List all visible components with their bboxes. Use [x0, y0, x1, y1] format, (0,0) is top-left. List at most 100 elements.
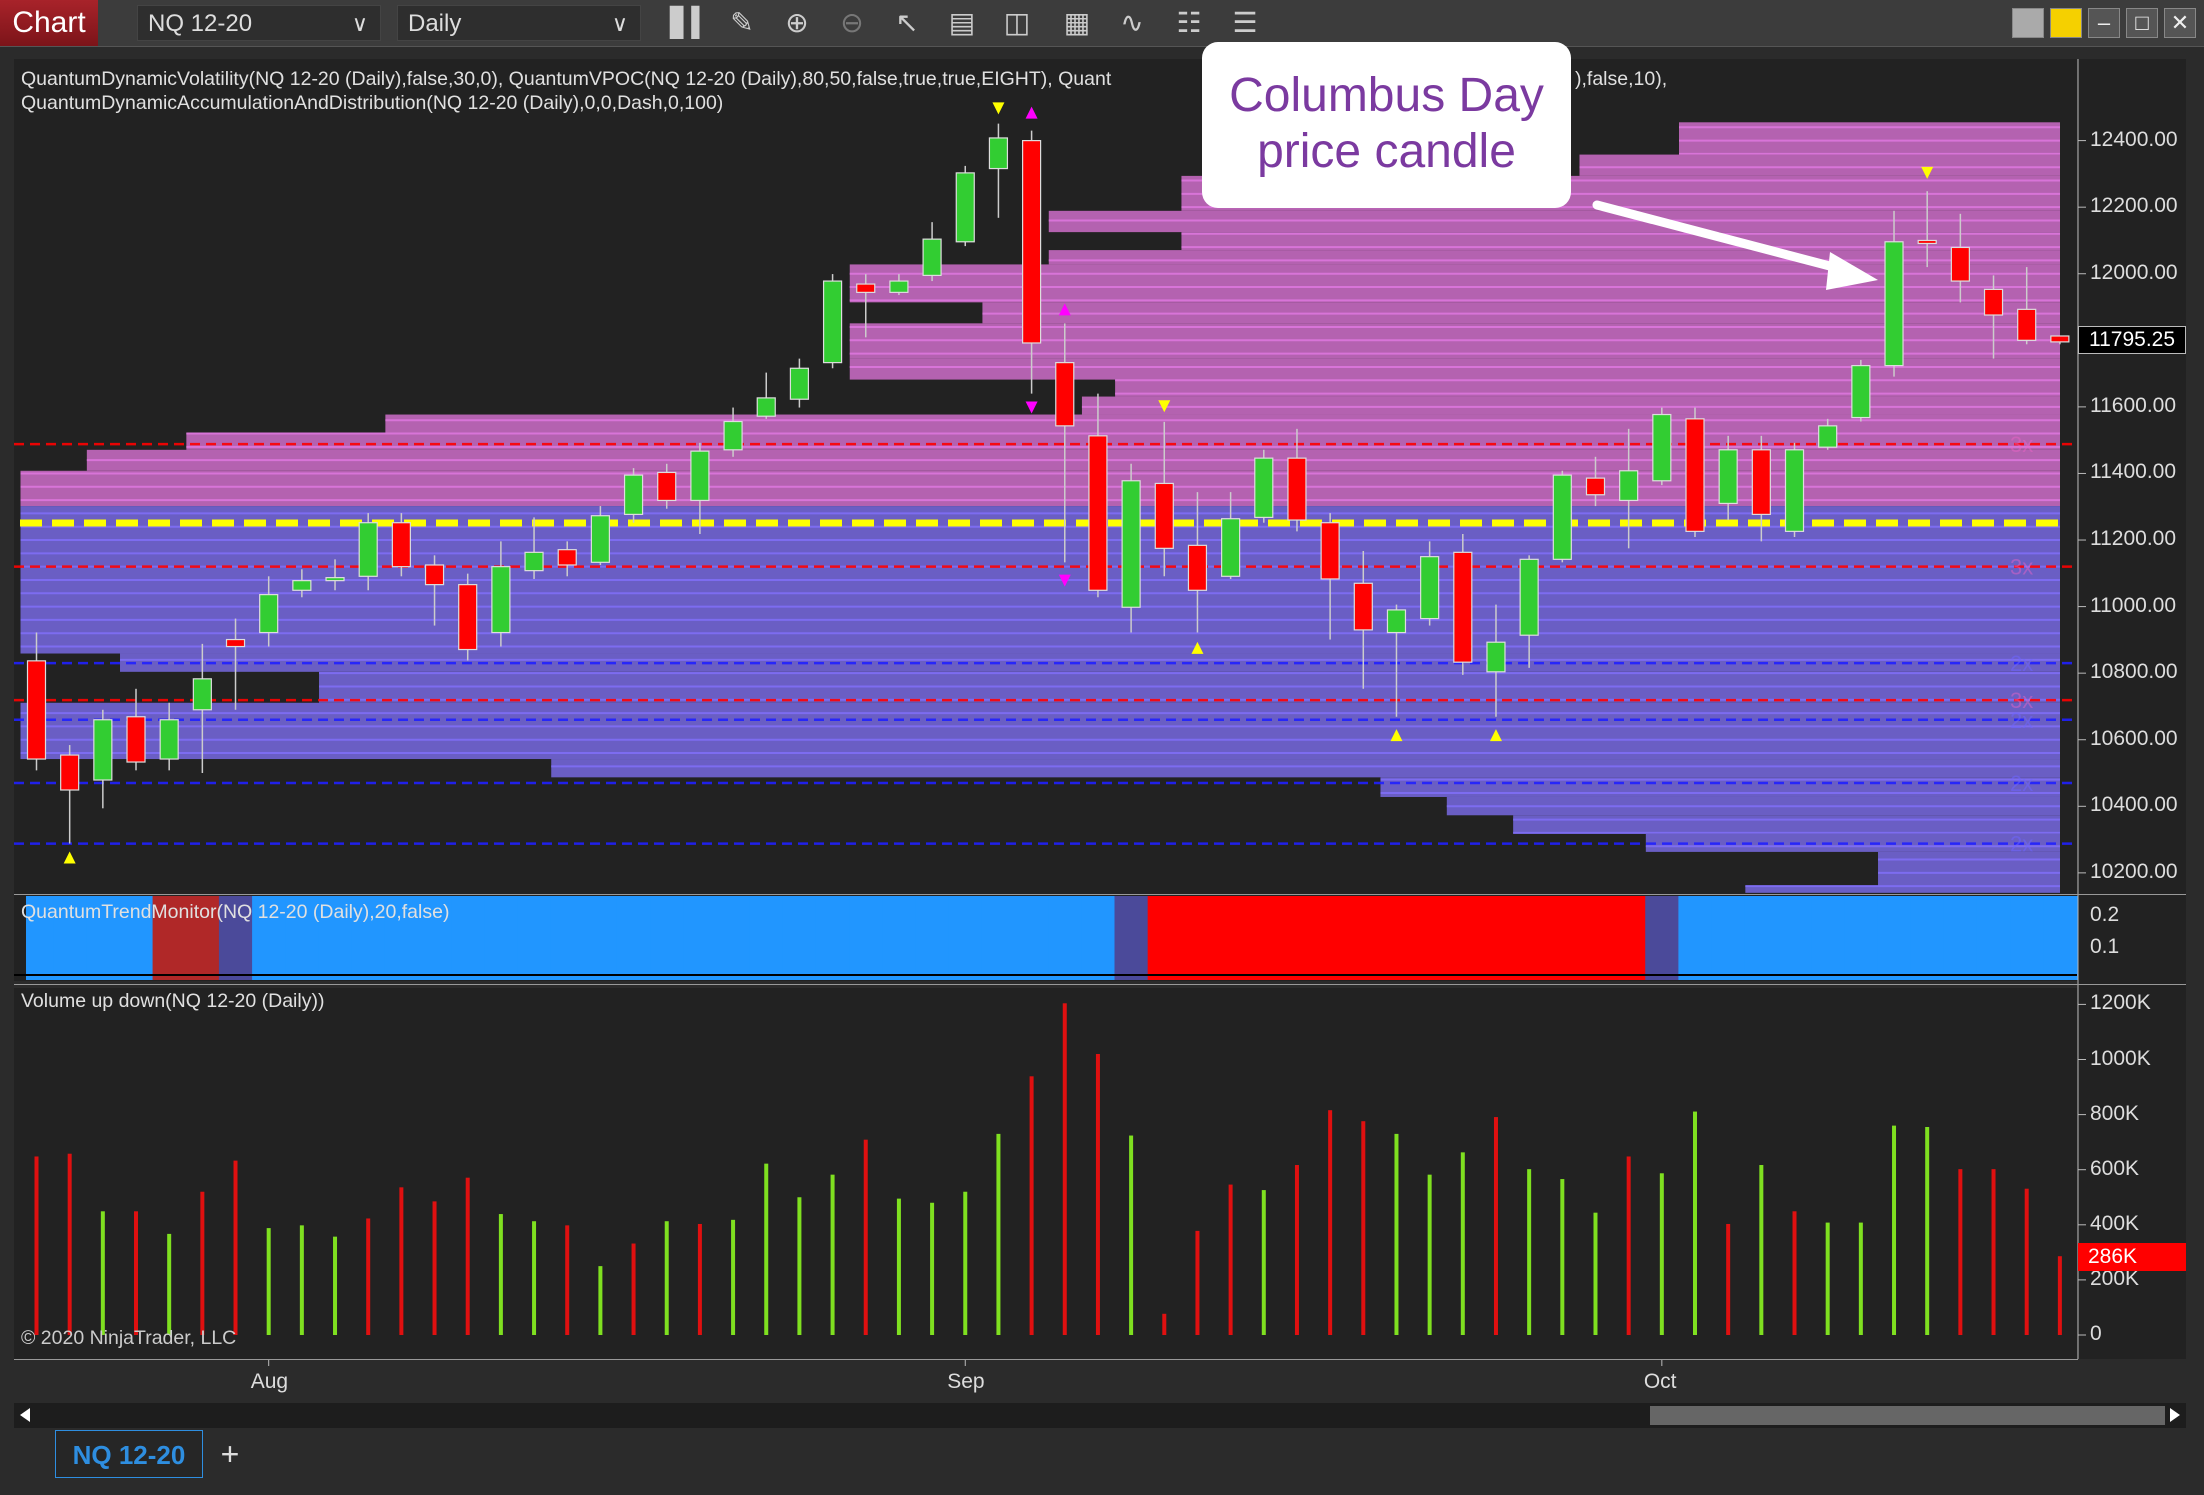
trend-bar — [1446, 896, 1480, 980]
candle-up — [325, 577, 345, 582]
candle-down — [2017, 308, 2037, 341]
candle-down — [1917, 239, 1937, 245]
copyright: © 2020 NinjaTrader, LLC — [21, 1327, 237, 1349]
trend-bar — [1976, 896, 2011, 980]
volume-bar-up — [1659, 1173, 1664, 1335]
volume-bar-up — [1593, 1212, 1598, 1335]
volume-bar-down — [697, 1223, 702, 1335]
level-multiplier-label: 2x — [2010, 708, 2033, 733]
trend-bar — [981, 896, 1016, 980]
chart-canvas[interactable]: 3x3x3x2x2x2x2x — [0, 0, 2204, 1495]
trend-bar — [583, 896, 618, 980]
trend-axis-label: 0.2 — [2090, 903, 2120, 926]
volume-bar-up — [1892, 1125, 1897, 1335]
candle-down — [1154, 482, 1174, 549]
trend-bar — [1048, 896, 1082, 980]
candle-up — [955, 172, 975, 243]
candle-down — [1685, 418, 1705, 532]
trend-bar — [683, 896, 717, 980]
trend-panel-title: QuantumTrendMonitor(NQ 12-20 (Daily),20,… — [21, 901, 450, 923]
volume-panel — [14, 988, 2077, 1359]
volume-profile-row — [1081, 396, 2060, 415]
candle-up — [988, 137, 1009, 170]
volume-axis-label: 1000K — [2090, 1046, 2151, 1070]
candle-up — [259, 594, 279, 634]
trend-bar — [716, 896, 751, 980]
candle-up — [1254, 457, 1274, 518]
candle-down — [126, 716, 146, 763]
date-axis-label: Sep — [947, 1370, 985, 1393]
volume-bar-down — [399, 1187, 404, 1335]
trend-bar — [749, 896, 784, 980]
price-axis-label: 10800.00 — [2090, 660, 2178, 684]
volume-bar-down — [1029, 1076, 1034, 1335]
volume-bar-up — [1527, 1169, 1532, 1335]
volume-bar-up — [1759, 1165, 1764, 1335]
candle-down — [1751, 449, 1771, 515]
volume-profile-row — [1048, 250, 2060, 265]
trend-bar — [550, 896, 585, 980]
level-multiplier-label: 2x — [2010, 771, 2033, 796]
last-volume-label: 286K — [2078, 1243, 2186, 1271]
candle-up — [524, 551, 544, 572]
trend-bar — [650, 896, 684, 980]
candle-down — [225, 638, 246, 648]
candle-down — [1453, 551, 1473, 663]
candle-up — [93, 719, 113, 781]
candle-up — [358, 522, 378, 577]
candle-down — [1320, 522, 1340, 580]
add-tab-button[interactable]: + — [210, 1430, 250, 1478]
trend-bar — [815, 896, 850, 980]
candle-down — [1585, 477, 1606, 496]
volume-bar-down — [465, 1177, 470, 1335]
level-multiplier-label: 3x — [2010, 432, 2033, 457]
trend-bar — [1744, 896, 1779, 980]
volume-bar-up — [1693, 1111, 1697, 1335]
volume-bar-down — [67, 1153, 72, 1335]
candle-down — [458, 584, 478, 651]
volume-bar-down — [233, 1160, 238, 1335]
trend-bar — [1877, 896, 1912, 980]
trend-bar — [1711, 896, 1746, 980]
candle-up — [1784, 449, 1805, 532]
trend-bar — [616, 896, 651, 980]
candle-up — [1652, 413, 1672, 482]
trend-bar — [484, 896, 518, 980]
volume-axis-label: 1200K — [2090, 991, 2151, 1015]
indicator-legend-line2: QuantumDynamicAccumulationAndDistributio… — [21, 92, 724, 114]
trend-bar — [2043, 896, 2078, 980]
candle-up — [1221, 518, 1241, 577]
volume-bar-up — [1858, 1222, 1863, 1335]
price-axis-label: 11200.00 — [2090, 527, 2177, 551]
volume-bar-down — [1493, 1117, 1498, 1335]
volume-panel-title: Volume up down(NQ 12-20 (Daily)) — [21, 990, 325, 1012]
candle-down — [26, 660, 47, 760]
scrollbar-thumb[interactable] — [1650, 1406, 2165, 1425]
candle-down — [1353, 582, 1373, 631]
candle-up — [756, 397, 776, 417]
volume-bar-down — [134, 1211, 139, 1335]
volume-bar-up — [731, 1219, 736, 1335]
tab-nq-12-20[interactable]: NQ 12-20 — [55, 1430, 203, 1478]
trend-bar — [1180, 896, 1215, 980]
candle-up — [723, 420, 743, 451]
volume-bar-up — [100, 1211, 105, 1335]
price-axis-label: 11600.00 — [2090, 393, 2177, 417]
trend-bar — [915, 896, 950, 980]
candle-down — [657, 471, 677, 502]
candle-up — [1552, 474, 1572, 560]
trend-bar — [1479, 896, 1514, 980]
volume-bar-down — [1726, 1223, 1731, 1335]
annotation-callout: Columbus Day price candle — [1202, 42, 1571, 208]
date-axis-label: Aug — [250, 1370, 289, 1393]
volume-bar-down — [1958, 1169, 1963, 1335]
volume-bar-down — [1361, 1121, 1366, 1335]
volume-bar-down — [1328, 1110, 1333, 1335]
volume-bar-up — [764, 1163, 769, 1335]
trend-bar — [1081, 896, 1116, 980]
volume-bar-down — [1162, 1313, 1167, 1335]
candle-up — [1818, 425, 1838, 448]
candle-up — [1121, 480, 1141, 608]
candle-up — [1884, 241, 1904, 367]
trend-bar — [1512, 896, 1547, 980]
